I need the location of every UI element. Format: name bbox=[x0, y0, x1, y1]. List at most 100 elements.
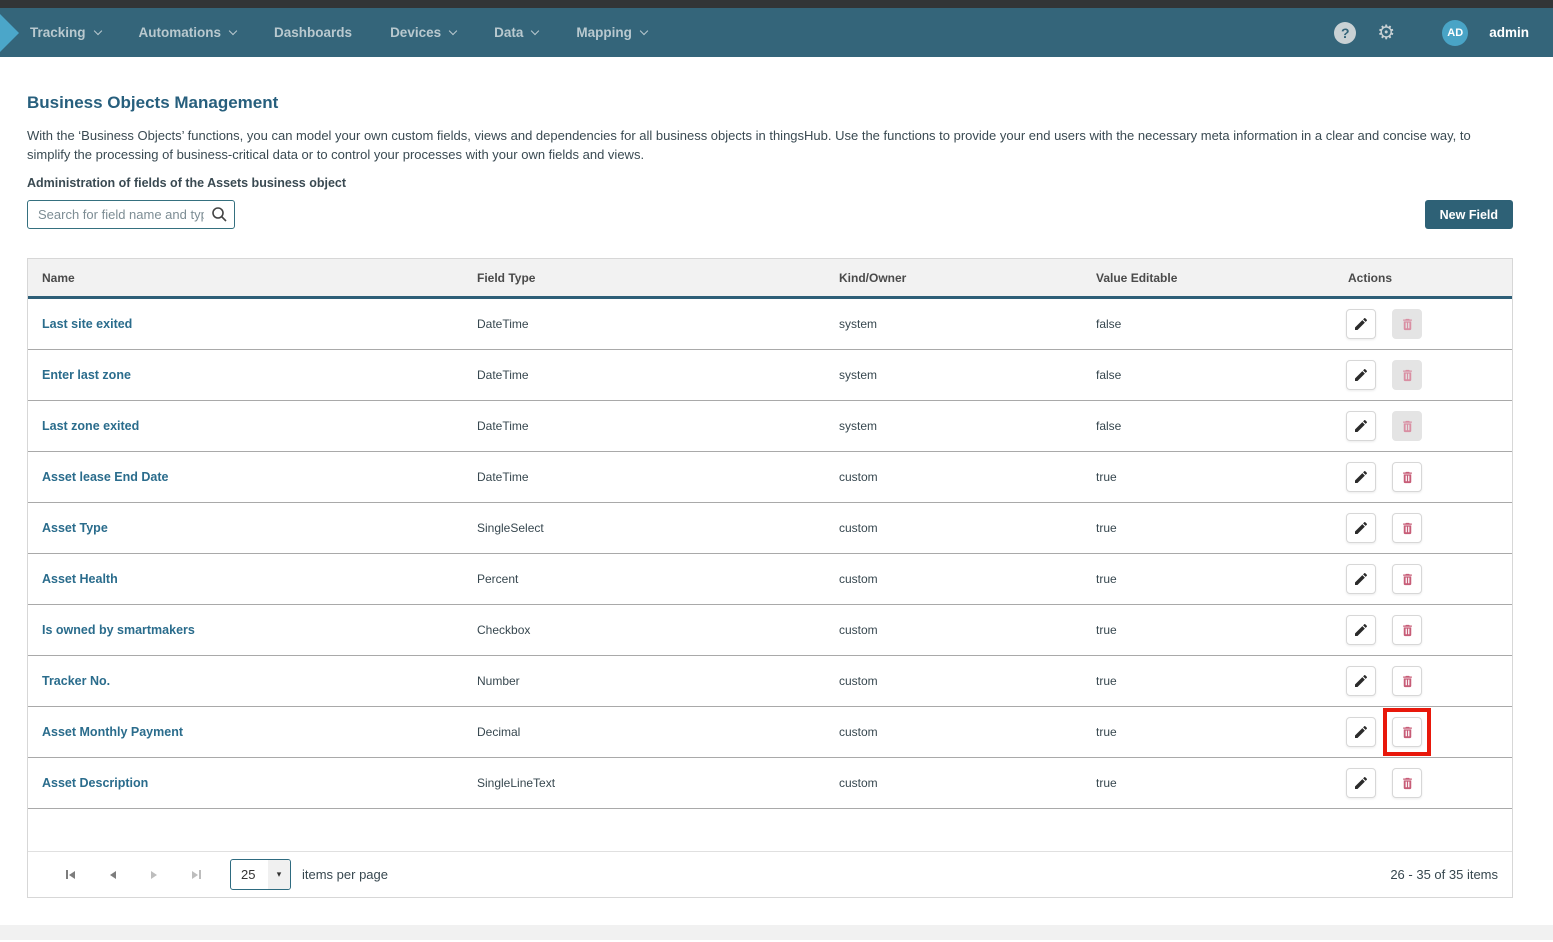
gear-icon[interactable]: ⚙ bbox=[1377, 23, 1395, 43]
table-row: Enter last zone DateTime system false bbox=[28, 350, 1512, 401]
nav-items: Tracking Automations Dashboards Devices Data… bbox=[30, 25, 647, 40]
pager-last-button[interactable] bbox=[188, 866, 205, 883]
field-name-link[interactable]: Asset Description bbox=[28, 776, 463, 790]
edit-button[interactable] bbox=[1346, 513, 1376, 543]
edit-button[interactable] bbox=[1346, 360, 1376, 390]
value-editable-value: false bbox=[1082, 317, 1334, 331]
fields-table: Name Field Type Kind/Owner Value Editabl… bbox=[27, 258, 1513, 898]
field-name-link[interactable]: Asset Type bbox=[28, 521, 463, 535]
edit-button[interactable] bbox=[1346, 768, 1376, 798]
chevron-down-icon: ▾ bbox=[268, 860, 290, 889]
kind-owner-value: custom bbox=[825, 623, 1082, 637]
field-name-link[interactable]: Asset lease End Date bbox=[28, 470, 463, 484]
edit-button[interactable] bbox=[1346, 309, 1376, 339]
pager-first-button[interactable] bbox=[62, 866, 79, 883]
search-input[interactable] bbox=[27, 200, 235, 229]
field-name-link[interactable]: Is owned by smartmakers bbox=[28, 623, 463, 637]
table-row: Last site exited DateTime system false bbox=[28, 299, 1512, 350]
pencil-icon bbox=[1353, 367, 1369, 383]
value-editable-value: true bbox=[1082, 470, 1334, 484]
nav-item-label: Data bbox=[494, 25, 523, 40]
field-name-link[interactable]: Asset Monthly Payment bbox=[28, 725, 463, 739]
pager-range-text: 26 - 35 of 35 items bbox=[1390, 867, 1498, 882]
page-content: Business Objects Management With the ‘Bu… bbox=[0, 93, 1553, 898]
edit-button[interactable] bbox=[1346, 717, 1376, 747]
footer-strip bbox=[0, 925, 1553, 940]
table-row: Last zone exited DateTime system false bbox=[28, 401, 1512, 452]
pager-next-button[interactable] bbox=[147, 867, 161, 883]
delete-button[interactable] bbox=[1392, 513, 1422, 543]
kind-owner-value: custom bbox=[825, 572, 1082, 586]
page-size-select[interactable]: 25 ▾ bbox=[230, 859, 291, 890]
delete-button[interactable] bbox=[1392, 615, 1422, 645]
kind-owner-value: system bbox=[825, 368, 1082, 382]
toolbar: New Field bbox=[27, 200, 1513, 229]
section-subtitle: Administration of fields of the Assets b… bbox=[27, 176, 1513, 190]
nav-item-label: Mapping bbox=[576, 25, 632, 40]
edit-button[interactable] bbox=[1346, 564, 1376, 594]
actions-cell bbox=[1334, 615, 1512, 645]
nav-item-dashboards[interactable]: Dashboards bbox=[274, 25, 352, 40]
help-icon[interactable]: ? bbox=[1334, 22, 1356, 44]
edit-button[interactable] bbox=[1346, 666, 1376, 696]
nav-item-tracking[interactable]: Tracking bbox=[30, 25, 101, 40]
actions-cell bbox=[1334, 768, 1512, 798]
edit-button[interactable] bbox=[1346, 615, 1376, 645]
delete-button[interactable] bbox=[1392, 309, 1422, 339]
actions-cell bbox=[1334, 309, 1512, 339]
items-per-page-label: items per page bbox=[302, 867, 388, 882]
value-editable-value: false bbox=[1082, 368, 1334, 382]
new-field-button[interactable]: New Field bbox=[1425, 200, 1513, 229]
field-name-link[interactable]: Last site exited bbox=[28, 317, 463, 331]
edit-button[interactable] bbox=[1346, 411, 1376, 441]
field-type-value: Percent bbox=[463, 572, 825, 586]
pager: 25 ▾ items per page 26 - 35 of 35 items bbox=[28, 852, 1512, 897]
actions-cell bbox=[1334, 717, 1512, 747]
delete-button[interactable] bbox=[1392, 564, 1422, 594]
nav-item-data[interactable]: Data bbox=[494, 25, 538, 40]
kind-owner-value: system bbox=[825, 419, 1082, 433]
actions-cell bbox=[1334, 564, 1512, 594]
sidebar-toggle-arrow-icon[interactable] bbox=[0, 14, 19, 52]
nav-right: ? ⚙ AD admin bbox=[1334, 20, 1529, 46]
edit-button[interactable] bbox=[1346, 462, 1376, 492]
delete-button[interactable] bbox=[1392, 717, 1422, 747]
delete-button[interactable] bbox=[1392, 411, 1422, 441]
chevron-down-icon bbox=[229, 26, 237, 34]
user-menu[interactable]: admin bbox=[1489, 25, 1529, 40]
delete-button[interactable] bbox=[1392, 462, 1422, 492]
value-editable-value: true bbox=[1082, 725, 1334, 739]
search-wrap bbox=[27, 200, 235, 229]
pencil-icon bbox=[1353, 520, 1369, 536]
field-type-value: DateTime bbox=[463, 419, 825, 433]
chevron-down-icon bbox=[449, 26, 457, 34]
trash-icon bbox=[1400, 317, 1415, 332]
field-name-link[interactable]: Tracker No. bbox=[28, 674, 463, 688]
trash-icon bbox=[1400, 470, 1415, 485]
table-row: Is owned by smartmakers Checkbox custom … bbox=[28, 605, 1512, 656]
search-icon bbox=[211, 206, 228, 228]
delete-button[interactable] bbox=[1392, 360, 1422, 390]
field-type-value: SingleSelect bbox=[463, 521, 825, 535]
trash-icon bbox=[1400, 725, 1415, 740]
table-row: Asset Description SingleLineText custom … bbox=[28, 758, 1512, 809]
nav-item-mapping[interactable]: Mapping bbox=[576, 25, 647, 40]
field-name-link[interactable]: Asset Health bbox=[28, 572, 463, 586]
table-row: Asset Health Percent custom true bbox=[28, 554, 1512, 605]
delete-button[interactable] bbox=[1392, 666, 1422, 696]
nav-item-automations[interactable]: Automations bbox=[139, 25, 237, 40]
trash-icon bbox=[1400, 674, 1415, 689]
field-name-link[interactable]: Enter last zone bbox=[28, 368, 463, 382]
pencil-icon bbox=[1353, 316, 1369, 332]
value-editable-value: true bbox=[1082, 623, 1334, 637]
field-name-link[interactable]: Last zone exited bbox=[28, 419, 463, 433]
kind-owner-value: custom bbox=[825, 521, 1082, 535]
delete-button[interactable] bbox=[1392, 768, 1422, 798]
kind-owner-value: system bbox=[825, 317, 1082, 331]
pager-prev-button[interactable] bbox=[106, 867, 120, 883]
avatar[interactable]: AD bbox=[1442, 20, 1468, 46]
chevron-down-icon bbox=[93, 26, 101, 34]
nav-item-devices[interactable]: Devices bbox=[390, 25, 456, 40]
page-description: With the ‘Business Objects’ functions, y… bbox=[27, 126, 1513, 164]
value-editable-value: true bbox=[1082, 521, 1334, 535]
